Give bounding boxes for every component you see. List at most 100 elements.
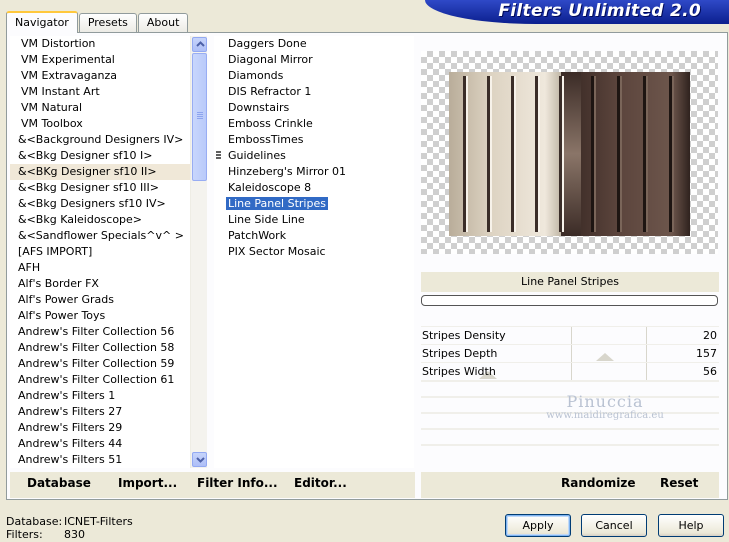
- category-item[interactable]: VM Toolbox: [10, 116, 206, 132]
- stripe: [562, 76, 564, 232]
- stripe: [646, 76, 648, 232]
- stripe: [672, 76, 674, 232]
- filter-item[interactable]: Daggers Done: [214, 36, 414, 52]
- category-item[interactable]: &<Background Designers IV>: [10, 132, 206, 148]
- category-item[interactable]: Andrew's Filters 27: [10, 404, 206, 420]
- tab-presets[interactable]: Presets: [78, 13, 137, 32]
- category-item[interactable]: Alf's Power Grads: [10, 292, 206, 308]
- category-item[interactable]: Andrew's Filters 51: [10, 452, 206, 468]
- filter-item-label: Guidelines: [228, 149, 286, 162]
- status-area: Database: ICNET-Filters Filters: 830: [6, 515, 133, 541]
- category-item[interactable]: Andrew's Filter Collection 59: [10, 356, 206, 372]
- filter-item-label: Hinzeberg's Mirror 01: [228, 165, 347, 178]
- param-row-width[interactable]: Stripes Width 56: [421, 362, 719, 381]
- filter-item[interactable]: Line Panel Stripes: [214, 196, 414, 212]
- filter-item[interactable]: Downstairs: [214, 100, 414, 116]
- filter-item-label: Line Side Line: [228, 213, 305, 226]
- filters-unlimited-window: Filters Unlimited 2.0 Navigator Presets …: [0, 0, 729, 542]
- filter-item-label: PIX Sector Mosaic: [228, 245, 326, 258]
- category-item[interactable]: Andrew's Filters 29: [10, 420, 206, 436]
- category-item[interactable]: Alf's Power Toys: [10, 308, 206, 324]
- scroll-up-button[interactable]: [192, 37, 207, 52]
- category-item[interactable]: VM Natural: [10, 100, 206, 116]
- scroll-down-button[interactable]: [192, 452, 207, 467]
- editor-button[interactable]: Editor...: [294, 476, 347, 490]
- stripe: [617, 76, 620, 232]
- reset-button[interactable]: Reset: [660, 476, 698, 490]
- param-row-depth[interactable]: Stripes Depth 157: [421, 344, 719, 363]
- filter-info-button[interactable]: Filter Info...: [197, 476, 278, 490]
- category-item[interactable]: Andrew's Filter Collection 61: [10, 372, 206, 388]
- apply-button[interactable]: Apply: [505, 514, 571, 537]
- filter-list[interactable]: Daggers Done Diagonal Mirror Diamonds DIS R…: [214, 36, 414, 468]
- filter-item-label: Emboss Crinkle: [228, 117, 313, 130]
- param-name: Stripes Depth: [422, 347, 498, 360]
- tab-navigator[interactable]: Navigator: [6, 11, 78, 33]
- filter-item-label: Diagonal Mirror: [228, 53, 313, 66]
- slider-tick: [571, 363, 572, 381]
- filter-item-label: Daggers Done: [228, 37, 307, 50]
- database-button[interactable]: Database: [27, 476, 91, 490]
- category-item[interactable]: Alf's Border FX: [10, 276, 206, 292]
- randomize-button[interactable]: Randomize: [561, 476, 635, 490]
- filter-item[interactable]: Kaleidoscope 8: [214, 180, 414, 196]
- filter-item[interactable]: Hinzeberg's Mirror 01: [214, 164, 414, 180]
- filter-item-label: Downstairs: [228, 101, 290, 114]
- category-item[interactable]: AFH: [10, 260, 206, 276]
- slider-tick: [646, 363, 647, 381]
- filter-item[interactable]: Diagonal Mirror: [214, 52, 414, 68]
- category-item[interactable]: [AFS IMPORT]: [10, 244, 206, 260]
- navigator-toolbar: Database Import... Filter Info... Editor…: [10, 472, 415, 498]
- filter-item[interactable]: EmbossTimes: [214, 132, 414, 148]
- category-item[interactable]: Andrew's Filters 44: [10, 436, 206, 452]
- filter-preview: [421, 51, 718, 254]
- category-item[interactable]: Andrew's Filter Collection 58: [10, 340, 206, 356]
- chevron-down-icon: [196, 457, 205, 463]
- filter-item[interactable]: Diamonds: [214, 68, 414, 84]
- stripe: [466, 76, 468, 232]
- filter-item[interactable]: PIX Sector Mosaic: [214, 244, 414, 260]
- stripe: [514, 76, 516, 232]
- category-item[interactable]: &<Bkg Kaleidoscope>: [10, 212, 206, 228]
- category-item[interactable]: Andrew's Filter Collection 56: [10, 324, 206, 340]
- filter-item-label: Line Panel Stripes: [226, 197, 328, 210]
- category-item[interactable]: VM Distortion: [10, 36, 206, 52]
- stripe: [669, 76, 672, 232]
- stripe: [535, 76, 538, 232]
- splitter-handle-icon[interactable]: [216, 151, 221, 160]
- tab-about[interactable]: About: [137, 13, 189, 32]
- category-item[interactable]: VM Instant Art: [10, 84, 206, 100]
- stripe: [643, 76, 646, 232]
- param-name: Stripes Density: [422, 329, 506, 342]
- filter-item[interactable]: Emboss Crinkle: [214, 116, 414, 132]
- database-value: ICNET-Filters: [64, 515, 133, 528]
- filter-item[interactable]: DIS Refractor 1: [214, 84, 414, 100]
- filter-item-label: EmbossTimes: [228, 133, 304, 146]
- stripe: [487, 76, 490, 232]
- category-item[interactable]: &<BKg Designer sf10 II>: [10, 164, 206, 180]
- param-row-density[interactable]: Stripes Density 20: [421, 326, 719, 345]
- category-item[interactable]: &<Bkg Designer sf10 I>: [10, 148, 206, 164]
- slider-tick: [646, 345, 647, 363]
- grip-icon: [197, 112, 203, 120]
- category-list[interactable]: VM Distortion VM Experimental VM Extravaga…: [10, 36, 206, 468]
- scroll-thumb[interactable]: [192, 53, 207, 181]
- category-item[interactable]: &<Bkg Designers sf10 IV>: [10, 196, 206, 212]
- slider-tick: [646, 327, 647, 345]
- category-item[interactable]: &<Bkg Designer sf10 III>: [10, 180, 206, 196]
- filter-item[interactable]: Guidelines: [214, 148, 414, 164]
- category-item[interactable]: Andrew's Filters 1: [10, 388, 206, 404]
- tab-strip: Navigator Presets About: [6, 10, 189, 33]
- cancel-button[interactable]: Cancel: [581, 514, 647, 537]
- slider-thumb[interactable]: [596, 353, 614, 361]
- filter-item[interactable]: Line Side Line: [214, 212, 414, 228]
- category-item[interactable]: VM Extravaganza: [10, 68, 206, 84]
- category-item[interactable]: VM Experimental: [10, 52, 206, 68]
- help-button[interactable]: Help: [658, 514, 724, 537]
- category-scrollbar[interactable]: [190, 36, 207, 468]
- import-button[interactable]: Import...: [118, 476, 177, 490]
- category-item[interactable]: &<Sandflower Specials^v^ >: [10, 228, 206, 244]
- stripe: [490, 76, 492, 232]
- filter-item[interactable]: PatchWork: [214, 228, 414, 244]
- title-banner: Filters Unlimited 2.0: [425, 0, 729, 24]
